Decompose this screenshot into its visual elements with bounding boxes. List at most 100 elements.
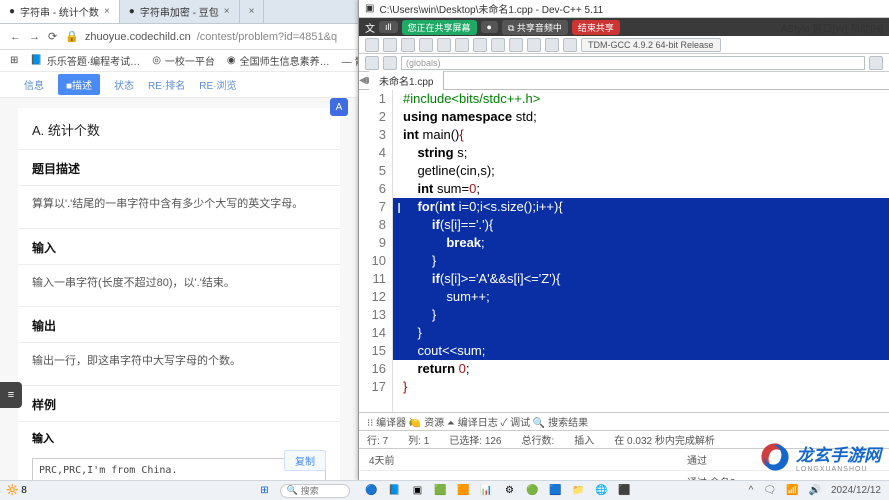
swirl-icon xyxy=(758,440,792,474)
status-col: 1 xyxy=(424,436,430,447)
tool-icon[interactable] xyxy=(545,38,559,52)
bookmark-item[interactable]: ◉全国师生信息素养… xyxy=(227,53,330,68)
editor-tabs: ◀▶ 未命名1.cpp xyxy=(359,72,889,90)
compiler-combo[interactable]: TDM-GCC 4.9.2 64-bit Release xyxy=(581,38,721,52)
section-desc-body: 算算以'.'结尾的一串字符中含有多少个大写的英文字母。 xyxy=(18,186,340,229)
code-area[interactable]: #include<bits/stdc++.h>using namespace s… xyxy=(393,90,889,412)
section-output-body: 输出一行，即这串字符中大写字母的个数。 xyxy=(18,343,340,386)
tab-info[interactable]: 信息 xyxy=(24,77,44,92)
ide-bottom-tabs[interactable]: ⁝⁝ 编译器 🍋 资源 ⏶ 编译日志 ✓ 调试 🔍 搜索结果 xyxy=(359,412,889,430)
tray-chat-icon[interactable]: 🗨 xyxy=(763,485,776,496)
tray-wifi-icon[interactable]: 📶 xyxy=(786,485,798,496)
app-icon: ▣ xyxy=(365,3,374,14)
start-button[interactable]: ⊞ xyxy=(257,483,273,499)
copy-button[interactable]: 复制 xyxy=(284,450,326,471)
tool-icon[interactable] xyxy=(563,38,577,52)
taskbar-app[interactable]: 🟦 xyxy=(548,483,564,499)
reload-button[interactable]: ⟳ xyxy=(48,30,57,43)
tab-browse[interactable]: RE·浏览 xyxy=(199,77,236,92)
signal-icon: ıll xyxy=(379,21,398,33)
status-insert: 插入 xyxy=(574,432,594,447)
browser-tab-2[interactable]: ● 字符串加密 - 豆包 × xyxy=(120,0,240,23)
sample-input-label: 输入 xyxy=(18,422,340,450)
tool-icon[interactable] xyxy=(491,38,505,52)
taskbar-app[interactable]: ▣ xyxy=(410,483,426,499)
taskbar-app[interactable]: 📘 xyxy=(387,483,403,499)
taskbar-search[interactable]: 🔍 搜索 xyxy=(280,484,350,498)
tab-scroll[interactable]: ◀▶ xyxy=(359,75,369,86)
taskbar-app[interactable]: ⚙ xyxy=(502,483,518,499)
lock-icon: 🔒 xyxy=(65,30,79,43)
tool-icon[interactable] xyxy=(473,38,487,52)
screen-share-bar: 文 ıll 您正在共享屏幕 ● ⧉ 共享音频中 结束共享 AStyle 窗口[W… xyxy=(359,18,889,36)
tray-clock[interactable]: 2024/12/12 xyxy=(831,485,881,496)
tab-rank[interactable]: RE·排名 xyxy=(148,77,185,92)
tool-icon[interactable] xyxy=(509,38,523,52)
tool-icon[interactable] xyxy=(383,56,397,70)
section-input-body: 输入一串字符(长度不超过80)，以'.'结束。 xyxy=(18,265,340,308)
status-sel: 126 xyxy=(485,436,502,447)
sample-input-box: PRC,PRC,I'm from China. xyxy=(32,458,326,480)
tool-icon[interactable] xyxy=(419,38,433,52)
taskbar-app[interactable]: 📊 xyxy=(479,483,495,499)
browser-tab-1[interactable]: ● 字符串 - 统计个数 × xyxy=(0,0,120,23)
url-path: /contest/problem?id=4851&q xyxy=(197,31,337,43)
back-button[interactable]: ← xyxy=(10,31,21,43)
watermark-sub: LONGXUANSHOU xyxy=(796,466,881,473)
browser-tab-3[interactable]: × xyxy=(240,0,265,23)
tool-icon[interactable] xyxy=(365,56,379,70)
scope-combo[interactable]: (globals) xyxy=(401,56,865,70)
ide-toolbar-2: (globals) xyxy=(359,54,889,72)
search-icon: 🔍 xyxy=(287,485,298,496)
tool-icon[interactable] xyxy=(365,38,379,52)
menu-file[interactable]: 文 xyxy=(365,20,375,35)
section-sample-head: 样例 xyxy=(18,386,340,422)
windows-taskbar: 🔆 8 ⊞ 🔍 搜索 🔵 📘 ▣ 🟩 🟧 📊 ⚙ 🟢 🟦 📁 🌐 ⬛ ^ 🗨 📶 🔊 2024/12/… xyxy=(0,480,889,500)
taskbar-app[interactable]: 📁 xyxy=(571,483,587,499)
ide-menu-rest[interactable]: AStyle 窗口[W] 帮助[H] xyxy=(781,20,883,35)
taskbar-app[interactable]: 🌐 xyxy=(594,483,610,499)
problem-panel: 信息 ■描述 状态 RE·排名 RE·浏览 A A. 统计个数 题目描述 算算以… xyxy=(0,72,358,480)
tool-icon[interactable] xyxy=(383,38,397,52)
taskbar-app[interactable]: 🟧 xyxy=(456,483,472,499)
tray-volume-icon[interactable]: 🔊 xyxy=(808,485,820,496)
status-parse: 在 0.032 秒内完成解析 xyxy=(614,432,715,447)
tool-icon[interactable] xyxy=(401,38,415,52)
tab-label: 字符串 - 统计个数 xyxy=(20,4,99,19)
section-desc-head: 题目描述 xyxy=(18,150,340,186)
tab-status[interactable]: 状态 xyxy=(114,77,134,92)
close-icon[interactable]: × xyxy=(104,6,110,17)
url-host: zhuoyue.codechild.cn xyxy=(85,31,191,43)
taskbar-app[interactable]: 🟩 xyxy=(433,483,449,499)
code-editor[interactable]: 1234567891011121314151617 #include<bits/… xyxy=(359,90,889,412)
file-tab[interactable]: 未命名1.cpp xyxy=(369,71,444,90)
tray-expand[interactable]: ^ xyxy=(749,485,754,496)
tool-icon[interactable] xyxy=(527,38,541,52)
bookmark-item[interactable]: 📘乐乐答题·编程考试… xyxy=(30,53,140,68)
tool-icon[interactable] xyxy=(437,38,451,52)
tool-icon[interactable] xyxy=(869,56,883,70)
end-share-button[interactable]: 结束共享 xyxy=(572,20,620,35)
problem-badge: A xyxy=(330,98,348,116)
taskbar-app[interactable]: 🔵 xyxy=(364,483,380,499)
window-titlebar[interactable]: ▣ C:\Users\win\Desktop\未命名1.cpp - Dev-C+… xyxy=(359,0,889,18)
weather-widget[interactable]: 🔆 8 xyxy=(6,485,27,496)
forward-button[interactable]: → xyxy=(29,31,40,43)
tab-favicon: ● xyxy=(129,6,135,17)
tab-desc[interactable]: ■描述 xyxy=(58,74,100,95)
side-drawer-toggle[interactable]: ≡ xyxy=(0,382,22,408)
line-gutter: 1234567891011121314151617 xyxy=(359,90,393,412)
taskbar-app[interactable]: 🟢 xyxy=(525,483,541,499)
apps-button[interactable]: ⊞ xyxy=(10,55,18,66)
section-output-head: 输出 xyxy=(18,307,340,343)
close-icon[interactable]: × xyxy=(224,6,230,17)
share-audio[interactable]: ⧉ 共享音频中 xyxy=(502,20,568,35)
close-icon[interactable]: × xyxy=(249,6,255,17)
tab-label: 字符串加密 - 豆包 xyxy=(140,4,219,19)
bookmark-item[interactable]: ◎一校一平台 xyxy=(152,53,215,68)
share-status: 您正在共享屏幕 xyxy=(402,20,477,35)
tool-icon[interactable] xyxy=(455,38,469,52)
watermark-logo: 龙玄手游网 LONGXUANSHOU xyxy=(758,440,881,474)
taskbar-app[interactable]: ⬛ xyxy=(617,483,633,499)
status-line: 7 xyxy=(383,436,389,447)
